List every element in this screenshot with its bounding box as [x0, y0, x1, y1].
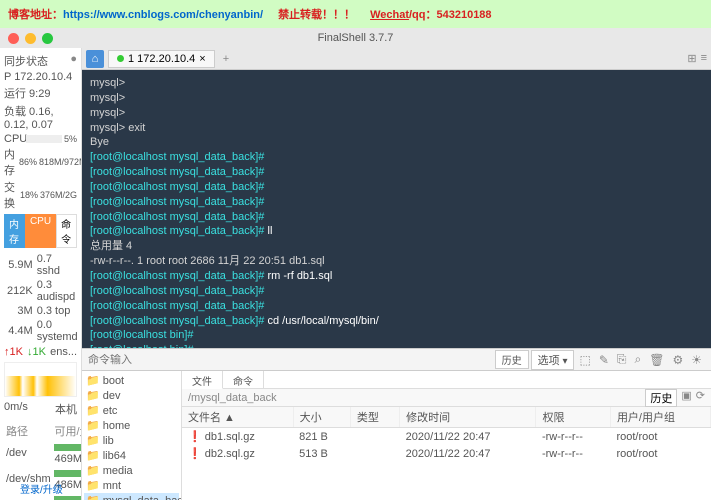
close-tab-icon[interactable]: ×: [199, 53, 205, 65]
toolbar-icon[interactable]: ⬚: [576, 353, 593, 367]
folder-icon: 📁: [86, 419, 100, 432]
file-list[interactable]: 文件名 ▲大小类型修改时间权限用户/用户组 ❗ db1.sql.gz821 B2…: [182, 407, 711, 500]
toolbar-icon[interactable]: ✎: [596, 353, 612, 367]
tree-item[interactable]: 📁dev: [84, 388, 179, 403]
add-tab-button[interactable]: +: [219, 53, 233, 65]
blog-link[interactable]: https://www.cnblogs.com/chenyanbin/: [63, 9, 263, 21]
tree-item[interactable]: 📁media: [84, 463, 179, 478]
home-icon[interactable]: ⌂: [86, 50, 104, 68]
sidebar-mini-tabs[interactable]: 内存CPU命令: [4, 214, 77, 248]
grid-icon[interactable]: ⊞: [687, 52, 696, 65]
tree-item[interactable]: 📁lib64: [84, 448, 179, 463]
path-bar: /mysql_data_back 历史▣⟳: [182, 389, 711, 407]
menu-icon[interactable]: ≡: [701, 52, 707, 65]
toolbar-icon[interactable]: ⌕: [632, 352, 645, 367]
folder-icon: 📁: [86, 449, 100, 462]
options-button[interactable]: 选项 ▾: [531, 350, 575, 370]
folder-icon: 📁: [86, 464, 100, 477]
file-row: ❗ db1.sql.gz821 B2020/11/22 20:47-rw-r--…: [182, 428, 711, 446]
toolbar-icon[interactable]: ⚙: [669, 353, 686, 367]
layout-icon[interactable]: ▣: [681, 389, 691, 407]
network-chart: [4, 362, 77, 397]
folder-icon: 📁: [86, 389, 100, 402]
command-input[interactable]: [88, 354, 495, 366]
tree-item[interactable]: 📁boot: [84, 373, 179, 388]
folder-icon: 📁: [86, 434, 100, 447]
process-table: 5.9M0.7 sshd 212K0.3 audispd 3M0.3 top 4…: [4, 251, 81, 345]
login-link[interactable]: 登录/升级: [20, 481, 63, 496]
folder-icon: 📁: [86, 494, 100, 500]
window-titlebar: FinalShell 3.7.7: [0, 28, 711, 48]
tree-item[interactable]: 📁etc: [84, 403, 179, 418]
tree-item[interactable]: 📁mysql_data_back: [84, 493, 179, 500]
file-tabs[interactable]: 文件命令: [182, 371, 711, 389]
folder-tree[interactable]: 📁boot📁dev📁etc📁home📁lib📁lib64📁media📁mnt📁m…: [82, 371, 182, 500]
tree-item[interactable]: 📁lib: [84, 433, 179, 448]
status-dot-icon: [117, 55, 124, 62]
folder-icon: 📁: [86, 479, 100, 492]
path-history-button[interactable]: 历史: [645, 389, 677, 407]
terminal[interactable]: mysql>mysql>mysql>mysql> exitBye[root@lo…: [82, 70, 711, 348]
watermark-banner: 博客地址：https://www.cnblogs.com/chenyanbin/…: [0, 0, 711, 28]
sync-status-icon: ●: [70, 53, 77, 69]
toolbar-icon[interactable]: ☀: [688, 353, 705, 367]
sidebar: 同步状态● P 172.20.10.4 运行 9:29 负载 0.16, 0.1…: [0, 48, 82, 500]
connection-tabs: ⌂ 1 172.20.10.4× + ⊞ ≡: [82, 48, 711, 70]
refresh-icon[interactable]: ⟳: [696, 389, 705, 407]
toolbar-icon[interactable]: 🗑: [646, 353, 667, 367]
file-row: ❗ db2.sql.gz513 B2020/11/22 20:47-rw-r--…: [182, 445, 711, 462]
connection-tab[interactable]: 1 172.20.10.4×: [108, 50, 215, 68]
folder-icon: 📁: [86, 404, 100, 417]
history-button[interactable]: 历史: [495, 350, 529, 369]
command-input-bar: 历史 选项 ▾ ⬚ ✎ ⎘ ⌕ 🗑 ⚙ ☀: [82, 348, 711, 370]
folder-icon: 📁: [86, 374, 100, 387]
window-title: FinalShell 3.7.7: [318, 32, 394, 44]
toolbar-icon[interactable]: ⎘: [614, 352, 630, 367]
tree-item[interactable]: 📁home: [84, 418, 179, 433]
tree-item[interactable]: 📁mnt: [84, 478, 179, 493]
traffic-lights[interactable]: [8, 33, 53, 44]
